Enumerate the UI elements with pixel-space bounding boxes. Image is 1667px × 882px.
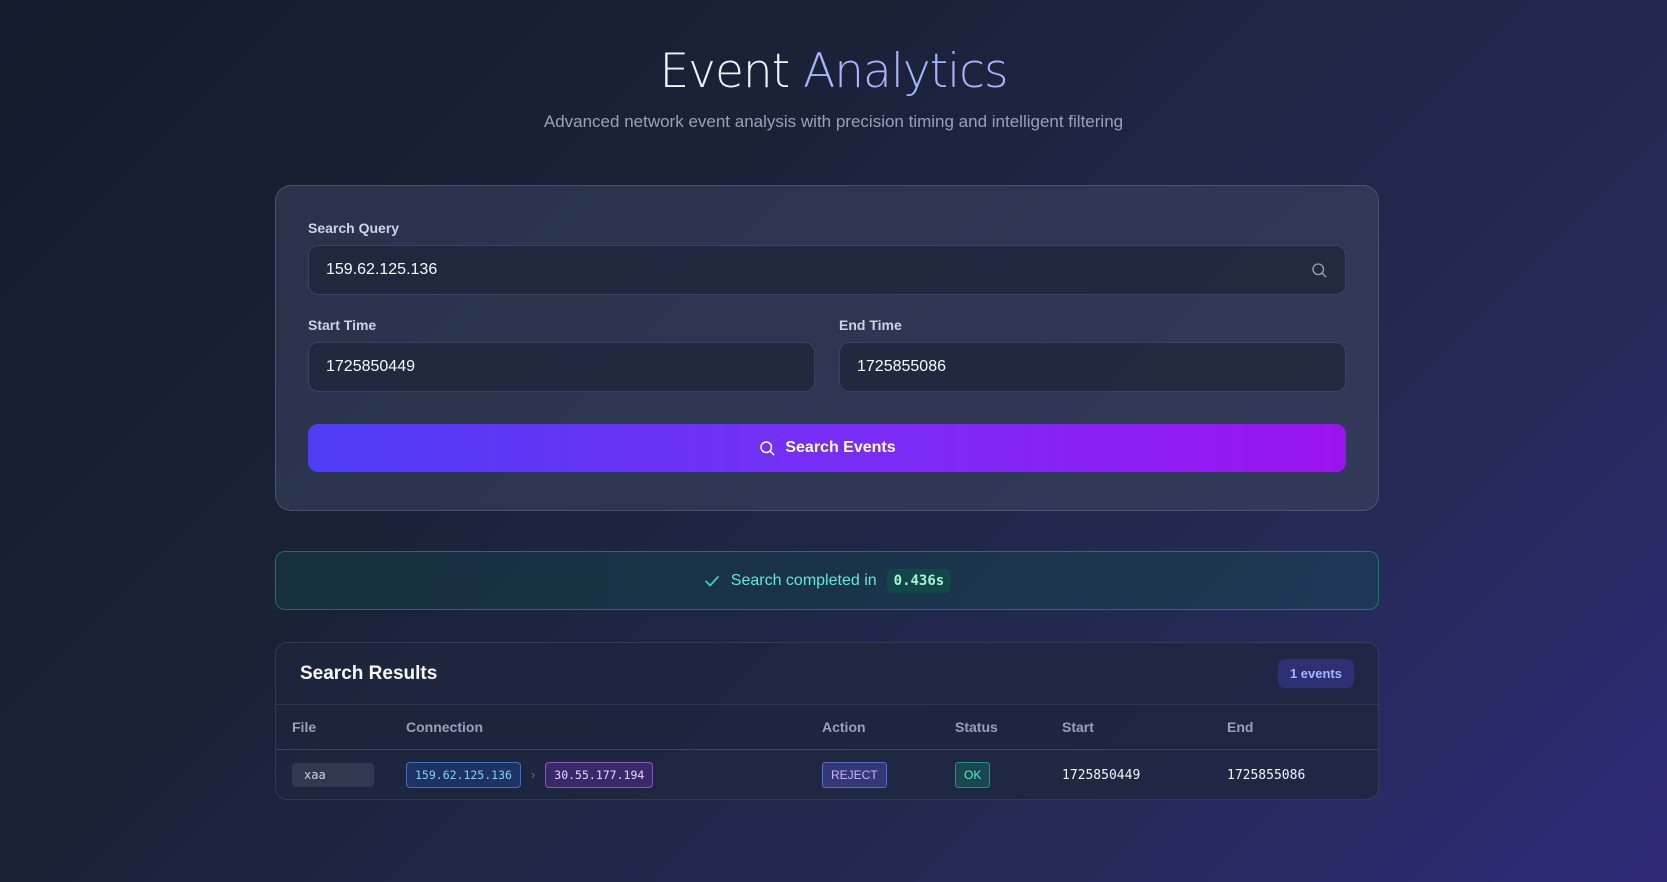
column-header-file: File [276,705,390,750]
column-header-start: Start [1046,705,1211,750]
start-time-value: 1725850449 [326,358,415,375]
end-time-group: End Time 1725855086 [839,317,1346,392]
page-subtitle: Advanced network event analysis with pre… [543,112,1124,131]
end-time-input[interactable]: 1725855086 [839,342,1346,392]
search-status-banner: Search completed in 0.436s [275,551,1379,610]
search-query-input[interactable]: 159.62.125.136 [308,245,1346,295]
search-duration: 0.436s [886,568,952,593]
results-count-badge: 1 events [1277,659,1354,688]
search-form-card: Search Query 159.62.125.136 Start Time 1… [275,185,1379,511]
search-results-card: Search Results 1 events File Connection … [275,642,1379,800]
table-header-row: File Connection Action Status Start End [276,705,1378,750]
cell-end: 1725855086 [1211,749,1378,799]
cell-file: xaa [276,749,390,799]
connection-arrow-icon: › [530,766,536,782]
column-header-status: Status [939,705,1046,750]
check-icon [704,575,719,586]
end-time-label: End Time [839,317,902,333]
cell-connection: 159.62.125.136 › 30.55.177.194 [390,749,806,799]
search-query-value: 159.62.125.136 [326,261,438,278]
search-query-label: Search Query [308,220,400,236]
results-title: Search Results [300,662,438,684]
file-chip: xaa [292,762,374,787]
column-header-end: End [1211,705,1378,750]
action-badge: REJECT [822,761,887,788]
start-time-input[interactable]: 1725850449 [308,342,815,392]
start-time-label: Start Time [308,317,377,333]
page-header: Event Analytics Advanced network event a… [0,0,1667,132]
start-value: 1725850449 [1062,767,1141,783]
page-title: Event Analytics [0,44,1667,100]
title-main: Event [659,44,804,99]
search-events-button[interactable]: Search Events [308,424,1346,472]
column-header-connection: Connection [390,705,806,750]
cell-start: 1725850449 [1046,749,1211,799]
table-row[interactable]: xaa 159.62.125.136 › 30.55.177.194 REJECT … [276,749,1378,799]
start-time-group: Start Time 1725850449 [308,317,815,392]
end-value: 1725855086 [1227,767,1306,783]
source-ip-chip: 159.62.125.136 [406,761,521,788]
destination-ip-chip: 30.55.177.194 [545,761,654,788]
title-accent: Analytics [803,44,1008,99]
search-events-button-label: Search Events [785,439,896,456]
results-header: Search Results 1 events [276,643,1378,705]
cell-status: OK [939,749,1046,799]
cell-action: REJECT [806,749,939,799]
status-badge: OK [955,761,991,788]
search-icon [760,441,775,456]
end-time-value: 1725855086 [857,358,946,375]
search-icon [1312,263,1327,278]
status-message: Search completed in [730,571,877,589]
time-range-row: Start Time 1725850449 End Time 172585508… [308,317,1346,392]
results-table: File Connection Action Status Start End … [276,705,1378,799]
column-header-action: Action [806,705,939,750]
